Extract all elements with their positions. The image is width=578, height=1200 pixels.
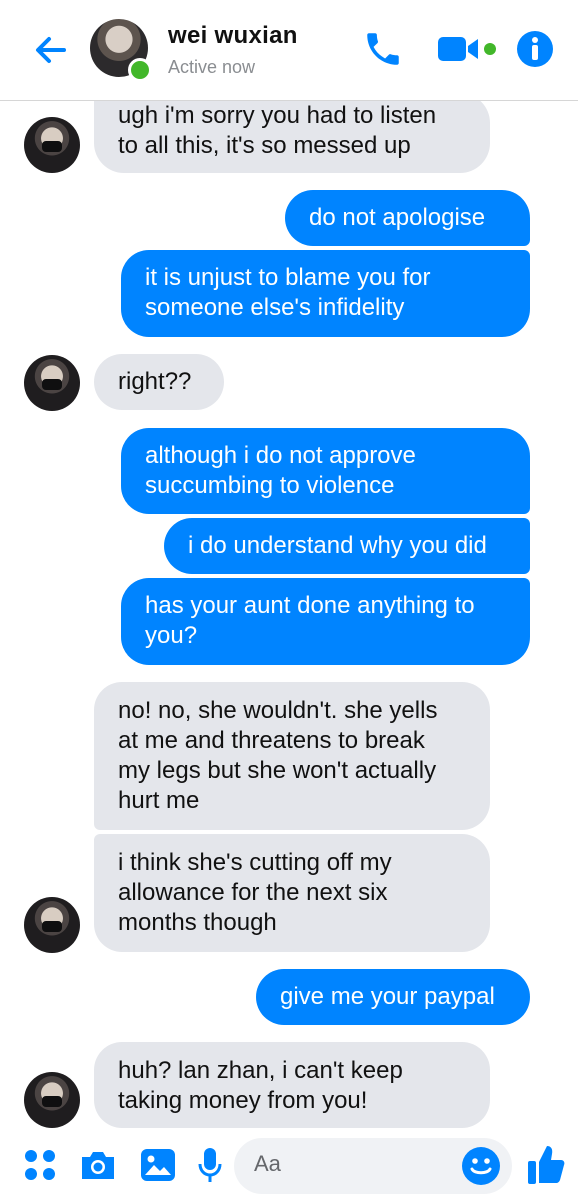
camera-icon[interactable] xyxy=(78,1147,118,1183)
message-bubble-outgoing[interactable]: give me your paypal xyxy=(256,969,530,1025)
video-camera-icon[interactable] xyxy=(436,33,500,65)
message-bubble-incoming[interactable]: i think she's cutting off my allowance f… xyxy=(94,834,490,952)
contact-avatar-small[interactable] xyxy=(24,355,80,411)
thumbs-up-icon[interactable] xyxy=(526,1142,566,1186)
message-input-placeholder[interactable]: Aa xyxy=(254,1151,281,1177)
active-status: Active now xyxy=(168,57,256,77)
chat-header: wei wuxian Active now xyxy=(0,0,578,101)
message-bubble-incoming[interactable]: ugh i'm sorry you had to listen to all t… xyxy=(94,101,490,173)
more-apps-icon[interactable] xyxy=(22,1147,58,1183)
message-bubble-incoming[interactable]: right?? xyxy=(94,354,224,410)
contact-avatar-small[interactable] xyxy=(24,117,80,173)
online-indicator xyxy=(128,58,152,82)
message-bubble-outgoing[interactable]: it is unjust to blame you for someone el… xyxy=(121,250,530,337)
emoji-icon[interactable] xyxy=(461,1146,501,1186)
message-bubble-incoming[interactable]: huh? lan zhan, i can't keep taking money… xyxy=(94,1042,490,1128)
arrow-left-icon[interactable] xyxy=(30,30,70,70)
contact-avatar-small[interactable] xyxy=(24,897,80,953)
message-bubble-outgoing[interactable]: although i do not approve succumbing to … xyxy=(121,428,530,514)
contact-name[interactable]: wei wuxian xyxy=(168,22,298,50)
gallery-icon[interactable] xyxy=(139,1147,177,1183)
microphone-icon[interactable] xyxy=(197,1146,223,1186)
message-bubble-outgoing[interactable]: has your aunt done anything to you? xyxy=(121,578,530,665)
message-bubble-outgoing[interactable]: i do understand why you did xyxy=(164,518,530,574)
message-bubble-incoming[interactable]: no! no, she wouldn't. she yells at me an… xyxy=(94,682,490,830)
message-list[interactable]: ugh i'm sorry you had to listen to all t… xyxy=(0,101,578,1136)
message-bubble-outgoing[interactable]: do not apologise xyxy=(285,190,530,246)
info-icon[interactable] xyxy=(516,30,554,68)
contact-avatar-small[interactable] xyxy=(24,1072,80,1128)
phone-icon[interactable] xyxy=(362,28,404,70)
